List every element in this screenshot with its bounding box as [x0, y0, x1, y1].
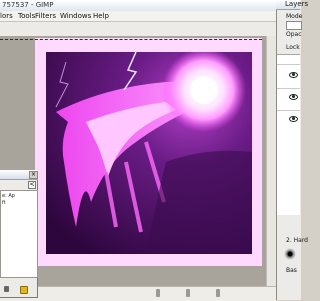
eye-icon[interactable] — [289, 72, 298, 78]
mode-dropdown[interactable] — [286, 21, 302, 30]
scroll-handle[interactable] — [186, 289, 190, 297]
menu-filters[interactable]: Filters — [35, 11, 56, 21]
menu-colors[interactable]: lors — [0, 11, 13, 21]
window-title: 757537 - GIMP — [2, 1, 54, 9]
lock-icon[interactable] — [20, 286, 28, 294]
hardness-label: 2. Hard — [286, 237, 308, 244]
close-icon[interactable]: × — [29, 171, 38, 179]
brush-preview-icon[interactable] — [284, 248, 296, 260]
scroll-handle[interactable] — [216, 289, 220, 297]
opacity-label: Opac — [286, 31, 302, 38]
artwork-image[interactable] — [46, 52, 252, 254]
menu-tools[interactable]: Tools — [18, 11, 35, 21]
guide-line — [0, 39, 262, 40]
menu-windows[interactable]: Windows — [60, 11, 91, 21]
menu-bar: lors Tools Filters Windows Help — [0, 11, 283, 22]
menu-help[interactable]: Help — [93, 11, 109, 21]
dialog-list[interactable]: e: Ap ft — [0, 190, 38, 278]
dialog-line: e: Ap — [2, 193, 15, 199]
chevron-left-icon[interactable]: < — [28, 181, 36, 189]
layers-title: Layers — [285, 0, 309, 8]
status-bar — [0, 286, 276, 301]
brush-label: Bas — [286, 267, 297, 274]
lock-label: Lock — [286, 44, 300, 51]
mode-label: Mode — [286, 13, 303, 20]
scroll-handle[interactable] — [156, 289, 160, 297]
horizontal-ruler[interactable] — [0, 22, 283, 37]
dialog-line: ft — [2, 200, 6, 206]
layer-list[interactable] — [277, 54, 300, 215]
eye-icon[interactable] — [289, 94, 298, 100]
eye-icon[interactable] — [289, 116, 298, 122]
glow-core — [190, 76, 218, 104]
trash-icon[interactable] — [4, 286, 9, 292]
